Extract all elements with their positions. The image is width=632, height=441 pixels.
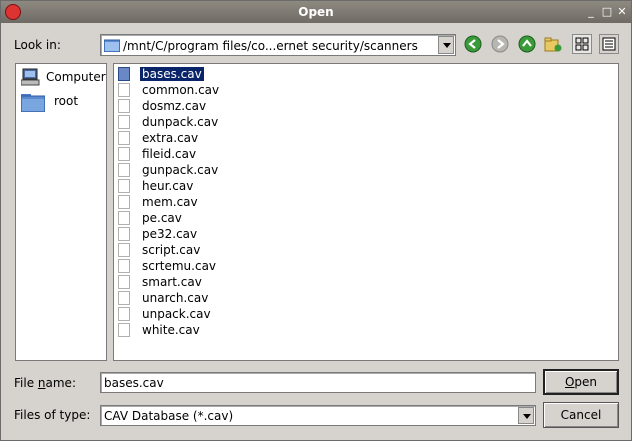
file-name: mem.cav — [142, 195, 198, 209]
file-icon — [118, 243, 130, 257]
file-type-select[interactable]: CAV Database (*.cav) — [100, 405, 536, 426]
list-item[interactable]: heur.cav — [118, 178, 318, 194]
sidebar-item-label: Computer — [46, 70, 106, 84]
cancel-button[interactable]: Cancel — [543, 402, 619, 428]
list-item[interactable]: dunpack.cav — [118, 114, 318, 130]
list-item[interactable]: smart.cav — [118, 274, 318, 290]
close-icon[interactable]: ✕ — [614, 4, 630, 20]
list-item[interactable]: unpack.cav — [118, 306, 318, 322]
file-name: gunpack.cav — [142, 163, 219, 177]
list-item[interactable]: gunpack.cav — [118, 162, 318, 178]
file-icon — [118, 307, 130, 321]
file-icon — [118, 67, 130, 81]
file-icon — [118, 147, 130, 161]
list-item[interactable]: scrtemu.cav — [118, 258, 318, 274]
file-icon — [118, 259, 130, 273]
file-name: heur.cav — [142, 179, 194, 193]
list-item[interactable]: dosmz.cav — [118, 98, 318, 114]
file-name: common.cav — [142, 83, 220, 97]
file-name: dunpack.cav — [142, 115, 219, 129]
new-folder-icon[interactable] — [544, 35, 562, 53]
detail-view-icon — [602, 37, 616, 51]
file-name: smart.cav — [142, 275, 202, 289]
list-item[interactable]: script.cav — [118, 242, 318, 258]
open-button-accel: O — [564, 375, 575, 389]
file-name: pe32.cav — [142, 227, 198, 241]
look-in-combo[interactable]: /mnt/C/program files/co...ernet security… — [100, 34, 456, 56]
look-in-path: /mnt/C/program files/co...ernet security… — [123, 39, 418, 53]
list-view-icon — [575, 37, 589, 51]
file-name: bases.cav — [139, 66, 205, 82]
list-item[interactable]: fileid.cav — [118, 146, 318, 162]
file-name: dosmz.cav — [142, 99, 207, 113]
list-item[interactable]: extra.cav — [118, 130, 318, 146]
list-item[interactable]: mem.cav — [118, 194, 318, 210]
file-icon — [118, 83, 130, 97]
file-type-label: Files of type: — [14, 408, 91, 422]
folder-icon — [104, 39, 120, 52]
dialog-title: Open — [298, 5, 334, 19]
back-icon[interactable] — [464, 35, 482, 53]
detail-view-button[interactable] — [599, 34, 619, 54]
file-icon — [118, 323, 130, 337]
file-icon — [118, 131, 130, 145]
open-button-rest: pen — [574, 375, 598, 389]
file-name-value: bases.cav — [104, 376, 164, 390]
list-item[interactable]: white.cav — [118, 322, 318, 338]
list-item[interactable]: unarch.cav — [118, 290, 318, 306]
file-icon — [118, 275, 130, 289]
file-name: pe.cav — [142, 211, 182, 225]
forward-icon[interactable] — [491, 35, 509, 53]
list-item[interactable]: pe.cav — [118, 210, 318, 226]
file-icon — [118, 179, 130, 193]
file-name: scrtemu.cav — [142, 259, 217, 273]
chevron-down-icon[interactable] — [438, 36, 454, 54]
list-item[interactable]: common.cav — [118, 82, 318, 98]
list-view-button[interactable] — [572, 34, 592, 54]
file-list: bases.cav common.cav dosmz.cav dunpack.cav e… — [113, 63, 619, 361]
open-button[interactable]: Open — [543, 369, 619, 395]
open-dialog: Open _ □ ✕ Look in: /mnt/C/program files… — [0, 0, 632, 441]
file-icon — [118, 211, 130, 225]
file-name: white.cav — [142, 323, 200, 337]
sidebar-item-root[interactable]: root — [20, 90, 106, 114]
minimize-icon[interactable]: _ — [583, 4, 599, 20]
file-icon — [118, 163, 130, 177]
file-name: extra.cav — [142, 131, 199, 145]
file-name-label: File name: — [14, 376, 76, 390]
folder-icon — [21, 94, 45, 112]
file-icon — [118, 195, 130, 209]
file-icon — [118, 99, 130, 113]
file-icon — [118, 291, 130, 305]
sidebar: Computer root — [15, 63, 107, 361]
list-item[interactable]: bases.cav — [118, 66, 318, 82]
file-name-label-accel: n — [37, 376, 46, 390]
file-icon — [118, 227, 130, 241]
file-name: script.cav — [142, 243, 201, 257]
maximize-icon[interactable]: □ — [599, 4, 615, 20]
sidebar-item-computer[interactable]: Computer — [20, 66, 106, 90]
file-type-value: CAV Database (*.cav) — [104, 409, 234, 423]
look-in-label: Look in: — [14, 38, 61, 52]
file-name-label-post: ame: — [45, 376, 76, 390]
list-item[interactable]: pe32.cav — [118, 226, 318, 242]
file-name: unarch.cav — [142, 291, 209, 305]
file-icon — [118, 115, 130, 129]
computer-icon — [21, 68, 40, 86]
file-name: fileid.cav — [142, 147, 197, 161]
title-bar[interactable]: Open _ □ ✕ — [1, 1, 631, 23]
sidebar-item-label: root — [54, 94, 79, 108]
file-name-label-pre: File — [14, 376, 38, 390]
up-icon[interactable] — [518, 35, 536, 53]
file-name: unpack.cav — [142, 307, 211, 321]
chevron-down-icon[interactable] — [518, 407, 534, 424]
file-name-input[interactable]: bases.cav — [100, 372, 536, 393]
